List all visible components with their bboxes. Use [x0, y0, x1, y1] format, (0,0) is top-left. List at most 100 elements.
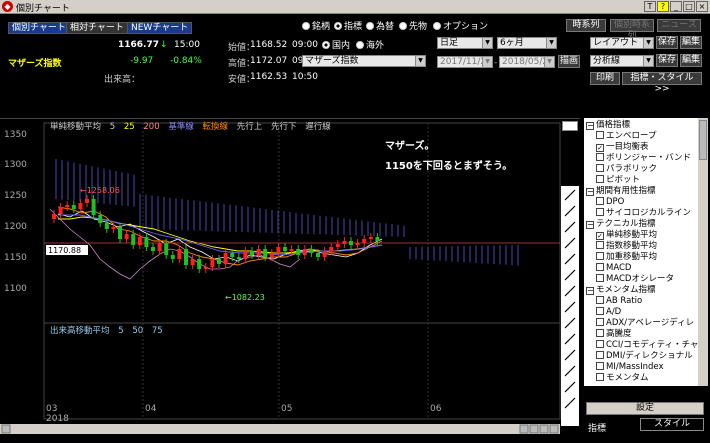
tree-item[interactable]: サイコロジカルライン — [596, 208, 691, 219]
minimize-button[interactable]: _ — [670, 1, 682, 12]
tree-item[interactable]: パラボリック — [596, 164, 657, 175]
checkbox[interactable] — [596, 274, 604, 282]
timeseries-button[interactable]: 時系列 — [566, 19, 606, 32]
indicator-style-button[interactable]: 指標・スタイル>> — [622, 72, 702, 94]
radio-options[interactable]: オプション — [433, 19, 488, 32]
draw-tool-icon[interactable] — [564, 349, 576, 361]
text-button[interactable]: T — [644, 1, 656, 12]
checkbox[interactable] — [596, 340, 604, 348]
scroll-left-button[interactable] — [1, 424, 11, 434]
checkbox[interactable] — [596, 175, 604, 183]
collapse-icon[interactable]: − — [586, 221, 594, 229]
to-date[interactable]: 2018/05/25 ▼ — [499, 56, 555, 68]
checkbox[interactable] — [596, 197, 604, 205]
print-button[interactable]: 印刷 — [590, 72, 620, 85]
tab-indicator[interactable]: 指標 — [588, 421, 606, 434]
checkbox[interactable] — [596, 362, 604, 370]
indicator-tree[interactable]: − 価格指標 エンベロープ ✓ 一目均衡表 ボリンジャー・バンド パラボリック ピボット − 期間… — [584, 118, 698, 386]
h-scrollbar[interactable] — [0, 424, 560, 434]
checkbox[interactable] — [596, 252, 604, 260]
checkbox[interactable] — [596, 296, 604, 304]
checkbox[interactable] — [596, 164, 604, 172]
draw-tool-icon[interactable] — [564, 189, 576, 201]
draw-tool-icon[interactable] — [564, 205, 576, 217]
analysis-save-button[interactable]: 保存 — [656, 54, 678, 67]
checkbox[interactable] — [596, 208, 604, 216]
zoom-in-button[interactable] — [539, 424, 549, 434]
checkbox[interactable] — [596, 318, 604, 326]
tree-item[interactable]: 高騰度 — [596, 329, 632, 340]
tab-style[interactable]: スタイル — [640, 418, 704, 431]
tree-item[interactable]: ピボット — [596, 175, 640, 186]
layout-edit-button[interactable]: 編集 — [680, 36, 702, 49]
collapse-icon[interactable]: − — [586, 188, 594, 196]
tree-item[interactable]: CCI/コモディティ・チャ — [596, 340, 698, 351]
checkbox[interactable]: ✓ — [596, 232, 604, 240]
radio-stock[interactable]: 銘柄 — [302, 19, 330, 32]
tree-item[interactable]: MACD — [596, 263, 631, 274]
tree-item[interactable]: ✓ 単純移動平均 — [596, 230, 657, 241]
draw-tool-icon[interactable] — [564, 317, 576, 329]
help-icon[interactable]: ? — [657, 1, 669, 12]
radio-fx[interactable]: 為替 — [366, 19, 394, 32]
zoom-out-button[interactable] — [529, 424, 539, 434]
collapse-icon[interactable]: − — [586, 287, 594, 295]
checkbox[interactable] — [596, 263, 604, 271]
radio-overseas[interactable]: 海外 — [356, 38, 384, 51]
tree-item[interactable]: DPO — [596, 197, 624, 208]
tree-item[interactable]: DMI/ディレクショナル — [596, 351, 693, 362]
close-button[interactable]: × — [696, 1, 708, 12]
menu-icon[interactable] — [562, 121, 578, 131]
analysis-edit-button[interactable]: 編集 — [680, 54, 702, 67]
draw-tool-icon[interactable] — [564, 301, 576, 313]
checkbox[interactable] — [596, 307, 604, 315]
span-select[interactable]: 6ヶ月 ▼ — [497, 37, 557, 49]
checkbox[interactable] — [596, 351, 604, 359]
collapse-icon[interactable]: − — [586, 122, 594, 130]
draw-tool-icon[interactable] — [564, 333, 576, 345]
chart-area[interactable]: 1350 1300 1250 1200 1150 1100 03 04 05 0… — [0, 118, 580, 434]
checkbox[interactable] — [596, 131, 604, 139]
tab-relative-chart[interactable]: 相対チャート — [66, 22, 128, 34]
draw-tool-icon[interactable] — [564, 237, 576, 249]
tree-group[interactable]: − 期間有用性指標 — [586, 186, 656, 197]
draw-tool-icon[interactable] — [564, 253, 576, 265]
tree-item[interactable]: モメンタム — [596, 373, 649, 384]
radio-futures[interactable]: 先物 — [399, 19, 427, 32]
scroll-right-button[interactable] — [519, 424, 529, 434]
from-date[interactable]: 2017/11/25 ▼ — [437, 56, 493, 68]
checkbox[interactable] — [596, 329, 604, 337]
tree-item[interactable]: ADX/アベレージディレ — [596, 318, 694, 329]
scroll-thumb[interactable] — [699, 120, 707, 160]
tab-new-chart[interactable]: NEWチャート — [127, 22, 193, 34]
checkbox[interactable] — [596, 373, 604, 381]
draw-tool-icon[interactable] — [564, 397, 576, 409]
draw-button[interactable]: 描画 — [558, 55, 580, 68]
index-select[interactable]: マザーズ指数 ▼ — [302, 55, 426, 67]
tree-item[interactable]: A/D — [596, 307, 621, 318]
fit-button[interactable] — [549, 424, 559, 434]
checkbox[interactable] — [596, 241, 604, 249]
tree-group[interactable]: − 価格指標 — [586, 120, 630, 131]
layout-select[interactable]: レイアウト ▼ — [590, 37, 654, 49]
draw-tool-icon[interactable] — [564, 381, 576, 393]
tree-item[interactable]: ボリンジャー・バンド — [596, 153, 691, 164]
maximize-button[interactable]: □ — [683, 1, 695, 12]
tree-item[interactable]: 指数移動平均 — [596, 241, 657, 252]
radio-domestic[interactable]: 国内 — [322, 38, 350, 51]
draw-tool-icon[interactable] — [564, 365, 576, 377]
draw-tool-icon[interactable] — [564, 269, 576, 281]
analysis-select[interactable]: 分析線 ▼ — [590, 55, 654, 67]
tree-group[interactable]: − モメンタム指標 — [586, 285, 656, 296]
tree-item[interactable]: MACDオシレータ — [596, 274, 674, 285]
layout-save-button[interactable]: 保存 — [656, 36, 678, 49]
tree-item[interactable]: ✓ 一目均衡表 — [596, 142, 649, 153]
tree-item[interactable]: エンベロープ — [596, 131, 657, 142]
radio-index[interactable]: 指標 — [334, 19, 362, 32]
tree-scrollbar[interactable] — [698, 118, 708, 386]
tree-item[interactable]: AB Ratio — [596, 296, 642, 307]
draw-tool-icon[interactable] — [564, 285, 576, 297]
tree-item[interactable]: 加重移動平均 — [596, 252, 657, 263]
tree-item[interactable]: MI/MassIndex — [596, 362, 664, 373]
intraday-button[interactable]: 個別時系列 — [610, 19, 654, 41]
